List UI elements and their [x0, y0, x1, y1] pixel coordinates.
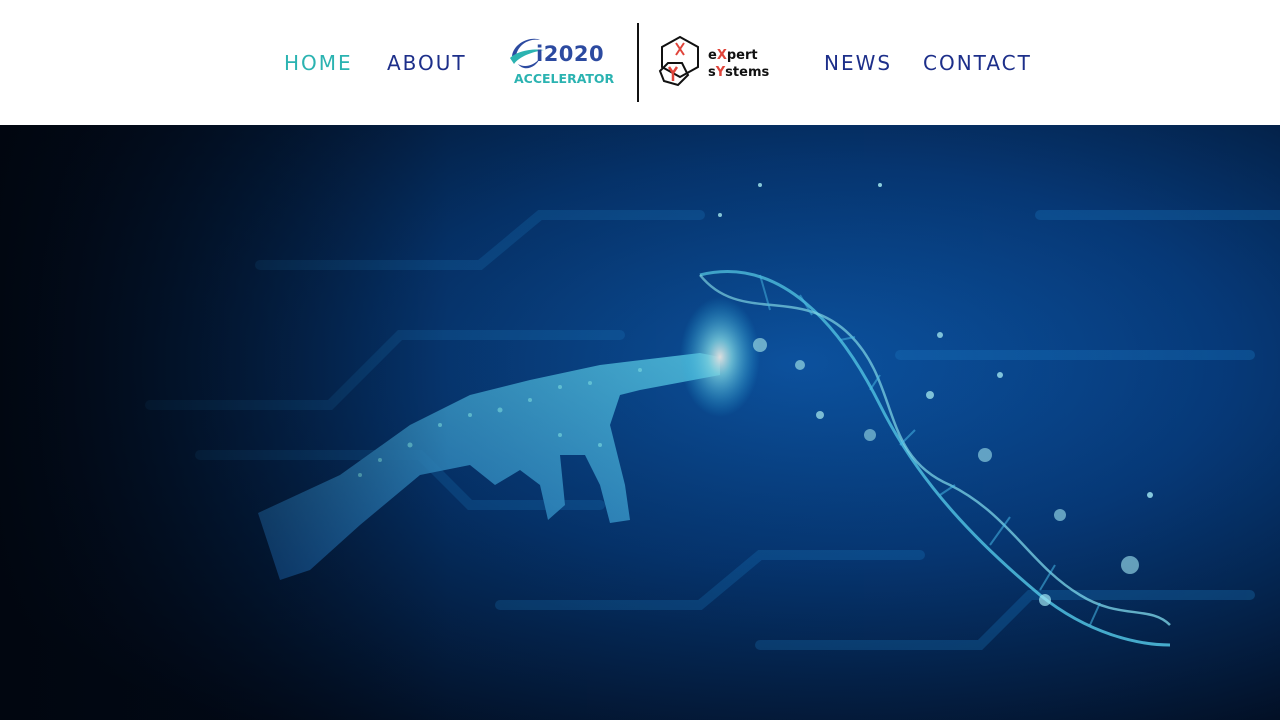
nav-contact-link[interactable]: CONTACT [923, 50, 1032, 76]
nav-about-link[interactable]: ABOUT [387, 50, 467, 76]
hero-banner [0, 125, 1280, 720]
i2020-wordmark: i2020 [536, 42, 605, 66]
hero-image [0, 125, 1280, 720]
accelerator-wordmark: ACCELERATOR [514, 71, 615, 86]
systems-wordmark: sYstems [708, 65, 770, 80]
nav-home-link[interactable]: HOME [284, 50, 353, 76]
molecule-antibody-icon [658, 35, 699, 87]
logo-divider [637, 23, 639, 102]
nav-news-link[interactable]: NEWS [824, 50, 892, 76]
expert-systems-logo[interactable]: eXpert sYstems [654, 33, 774, 91]
site-header: HOME ABOUT i2020 ACCELERATOR eXpert sYst… [0, 0, 1280, 125]
expert-wordmark: eXpert [708, 48, 758, 63]
i2020-accelerator-logo[interactable]: i2020 ACCELERATOR [506, 30, 616, 94]
